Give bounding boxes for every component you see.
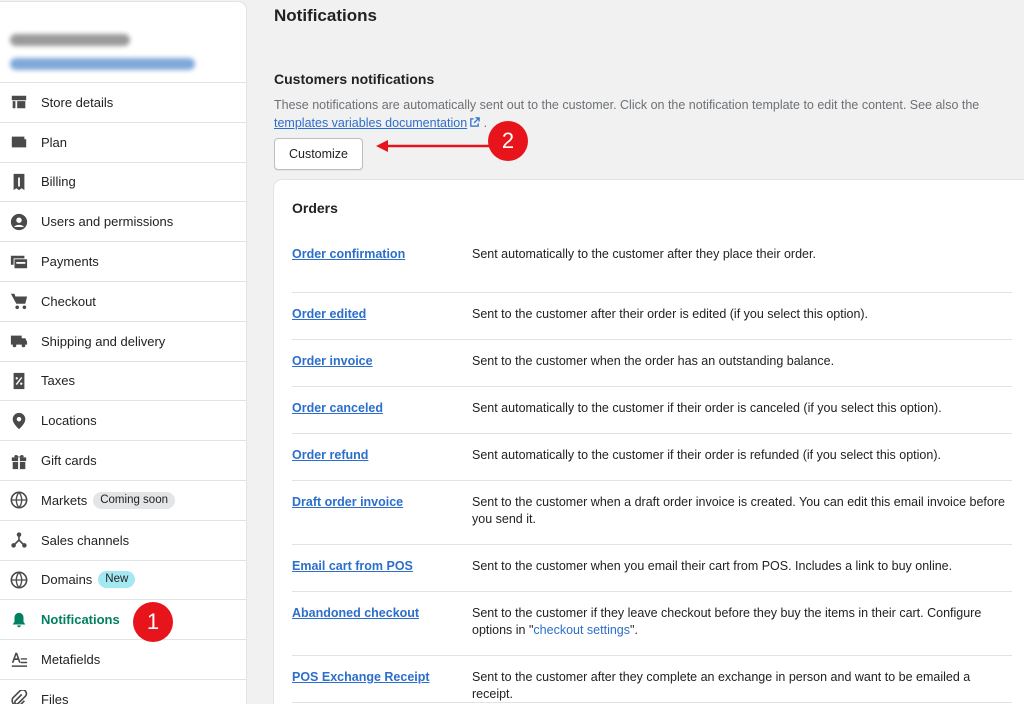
notification-description: Sent automatically to the customer after… [472,247,816,261]
notification-row-pos-exchange-receipt: POS Exchange Receipt Sent to the custome… [292,656,1012,703]
sidebar-item-plan[interactable]: Plan [0,123,246,163]
notification-link[interactable]: Draft order invoice [292,494,472,544]
channels-icon [9,530,29,550]
notification-link[interactable]: Order refund [292,447,472,480]
orders-card: Orders Order confirmation Sent automatic… [274,180,1024,704]
store-email-redacted [10,58,195,70]
notification-row-order-confirmation: Order confirmation Sent automatically to… [292,246,1012,293]
notification-description: Sent automatically to the customer if th… [472,401,942,415]
gift-icon [9,451,29,471]
sidebar-item-label: Plan [41,134,68,150]
notification-row-order-edited: Order edited Sent to the customer after … [292,293,1012,340]
notification-link[interactable]: Order edited [292,306,472,339]
external-link-icon [470,117,480,127]
sidebar-item-files[interactable]: Files [0,680,246,704]
metafields-icon [9,650,29,670]
sidebar-item-label: Notifications [41,612,120,628]
notification-description: Sent to the customer if they leave check… [472,605,1012,655]
sidebar-item-label: Files [41,691,69,704]
pin-icon [9,411,29,431]
annotation-marker-1: 1 [133,602,173,642]
description-text-after: ". [630,623,638,637]
truck-icon [9,331,29,351]
annotation-arrow [376,140,492,152]
sidebar-item-label: Users and permissions [41,214,174,230]
annotation-marker-2: 2 [488,121,528,161]
notification-description: Sent to the customer after they complete… [472,670,971,701]
description-text: These notifications are automatically se… [274,98,980,112]
notification-row-draft-order-invoice: Draft order invoice Sent to the customer… [292,481,1012,545]
store-name-redacted [10,34,130,46]
sidebar-item-label: Markets [41,492,88,508]
store-account-header[interactable] [0,2,246,83]
sidebar-item-label: Store details [41,94,114,110]
receipt-icon [9,172,29,192]
customers-notifications-title: Customers notifications [274,71,435,87]
sidebar-item-sales-channels[interactable]: Sales channels [0,521,246,561]
coming-soon-badge: Coming soon [93,491,175,509]
description-period: . [483,116,488,130]
globe-icon [9,490,29,510]
notification-row-abandoned-checkout: Abandoned checkout Sent to the customer … [292,592,1012,656]
sidebar-item-domains[interactable]: Domains New [0,561,246,601]
new-badge: New [98,571,136,589]
wallet-icon [9,132,29,152]
sidebar-item-checkout[interactable]: Checkout [0,282,246,322]
sidebar-item-label: Domains [41,572,93,588]
sidebar-item-store-details[interactable]: Store details [0,83,246,123]
sidebar-item-notifications[interactable]: Notifications [0,600,246,641]
customers-notifications-description: These notifications are automatically se… [274,96,994,132]
paperclip-icon [9,689,29,704]
card-icon [9,252,29,272]
notification-row-order-canceled: Order canceled Sent automatically to the… [292,387,1012,434]
notification-description: Sent to the customer when the order has … [472,354,835,368]
notification-link[interactable]: Abandoned checkout [292,605,472,655]
orders-card-title: Orders [292,200,338,216]
user-icon [9,212,29,232]
notification-link[interactable]: Order canceled [292,400,472,433]
sidebar-item-label: Billing [41,174,76,190]
page-title: Notifications [274,6,377,25]
notification-description: Sent automatically to the customer if th… [472,448,941,462]
sidebar-item-shipping-and-delivery[interactable]: Shipping and delivery [0,322,246,362]
sidebar-item-label: Checkout [41,293,96,309]
notification-description: Sent to the customer after their order i… [472,307,869,321]
sidebar-item-users-and-permissions[interactable]: Users and permissions [0,202,246,243]
sidebar-item-label: Metafields [41,652,101,668]
notification-description: Sent to the customer when a draft order … [472,495,1005,526]
sidebar-item-taxes[interactable]: Taxes [0,362,246,402]
sidebar-item-payments[interactable]: Payments [0,242,246,282]
sidebar-item-label: Sales channels [41,532,130,548]
notification-row-order-invoice: Order invoice Sent to the customer when … [292,340,1012,387]
globe-icon [9,570,29,590]
sidebar-item-label: Locations [41,413,97,429]
sidebar-item-locations[interactable]: Locations [0,401,246,442]
bell-icon [9,610,29,630]
sidebar-item-label: Taxes [41,373,75,389]
notification-link[interactable]: POS Exchange Receipt [292,669,472,702]
cart-icon [9,291,29,311]
checkout-settings-link[interactable]: checkout settings [533,623,630,637]
templates-docs-link[interactable]: templates variables documentation [274,116,467,130]
sidebar-item-label: Gift cards [41,453,97,469]
notification-link[interactable]: Email cart from POS [292,558,472,591]
notification-description: Sent to the customer when you email thei… [472,559,953,573]
sidebar-item-label: Payments [41,254,99,270]
sidebar-item-label: Shipping and delivery [41,333,166,349]
notification-link[interactable]: Order confirmation [292,246,472,292]
sidebar-item-metafields[interactable]: Metafields [0,640,246,680]
sidebar-item-gift-cards[interactable]: Gift cards [0,441,246,481]
customize-button[interactable]: Customize [274,138,363,170]
settings-sidebar: Store details Plan Billing Users and per… [0,2,246,704]
tax-icon [9,371,29,391]
notification-row-order-refund: Order refund Sent automatically to the c… [292,434,1012,481]
sidebar-item-markets[interactable]: Markets Coming soon [0,481,246,521]
notification-link[interactable]: Order invoice [292,353,472,386]
orders-notification-list: Order confirmation Sent automatically to… [292,246,1012,703]
sidebar-item-billing[interactable]: Billing [0,163,246,203]
store-icon [9,92,29,112]
notification-row-email-cart-from-pos: Email cart from POS Sent to the customer… [292,545,1012,592]
